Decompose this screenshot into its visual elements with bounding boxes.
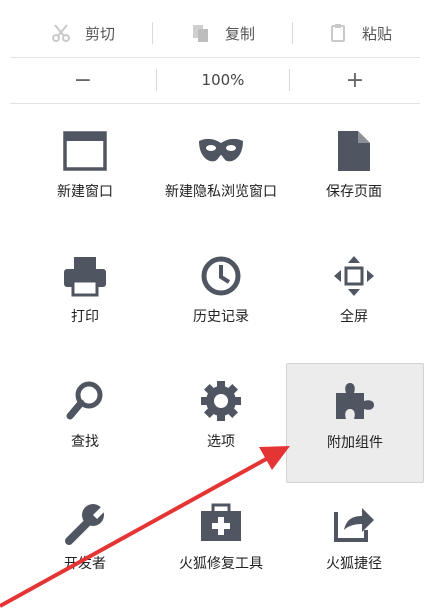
window-icon [61, 127, 109, 175]
copy-button[interactable]: 复制 [160, 10, 286, 56]
share-icon [330, 499, 378, 547]
fullscreen-arrows-icon [330, 252, 378, 300]
puzzle-icon [331, 378, 379, 426]
magnifier-icon [61, 377, 109, 425]
separator [292, 22, 293, 44]
toolbox-icon [197, 499, 245, 547]
developer-button[interactable]: 开发者 [17, 485, 153, 603]
clock-icon [197, 252, 245, 300]
paste-label: 粘贴 [361, 24, 392, 43]
separator [152, 22, 153, 44]
paste-button[interactable]: 粘贴 [300, 10, 420, 56]
history-button[interactable]: 历史记录 [153, 238, 289, 356]
firefox-repair-label: 火狐修复工具 [179, 556, 263, 572]
new-window-button[interactable]: 新建窗口 [17, 113, 153, 231]
clipboard-icon [330, 24, 345, 42]
find-button[interactable]: 查找 [17, 363, 153, 481]
new-window-label: 新建窗口 [57, 184, 113, 200]
zoom-reset-button[interactable]: 100% [157, 58, 289, 102]
save-page-button[interactable]: 保存页面 [286, 113, 422, 231]
gear-icon [197, 377, 245, 425]
scissors-icon [51, 24, 70, 42]
history-label: 历史记录 [193, 309, 249, 325]
print-label: 打印 [71, 309, 99, 325]
options-button[interactable]: 选项 [153, 363, 289, 481]
zoom-controls-row: − 100% + [10, 58, 420, 102]
edit-controls-row: 剪切 复制 粘贴 [10, 10, 420, 56]
cut-label: 剪切 [84, 24, 115, 43]
new-private-window-label: 新建隐私浏览窗口 [165, 184, 277, 200]
print-button[interactable]: 打印 [17, 238, 153, 356]
addons-label: 附加组件 [327, 435, 383, 451]
firefox-repair-button[interactable]: 火狐修复工具 [153, 485, 289, 603]
firefox-shortcut-label: 火狐捷径 [326, 556, 382, 572]
save-page-label: 保存页面 [326, 184, 382, 200]
zoom-out-button[interactable]: − [10, 58, 156, 102]
cut-button[interactable]: 剪切 [20, 10, 146, 56]
copy-icon [192, 25, 208, 42]
page-icon [330, 127, 378, 175]
fullscreen-label: 全屏 [340, 309, 368, 325]
zoom-in-button[interactable]: + [290, 58, 420, 102]
options-label: 选项 [207, 434, 235, 450]
firefox-shortcut-button[interactable]: 火狐捷径 [286, 485, 422, 603]
printer-icon [61, 252, 109, 300]
copy-label: 复制 [224, 24, 255, 43]
developer-label: 开发者 [64, 556, 106, 572]
mask-icon [197, 127, 245, 175]
divider [10, 103, 420, 104]
find-label: 查找 [71, 434, 99, 450]
new-private-window-button[interactable]: 新建隐私浏览窗口 [153, 113, 289, 231]
fullscreen-button[interactable]: 全屏 [286, 238, 422, 356]
addons-button[interactable]: 附加组件 [286, 363, 424, 483]
wrench-icon [61, 499, 109, 547]
